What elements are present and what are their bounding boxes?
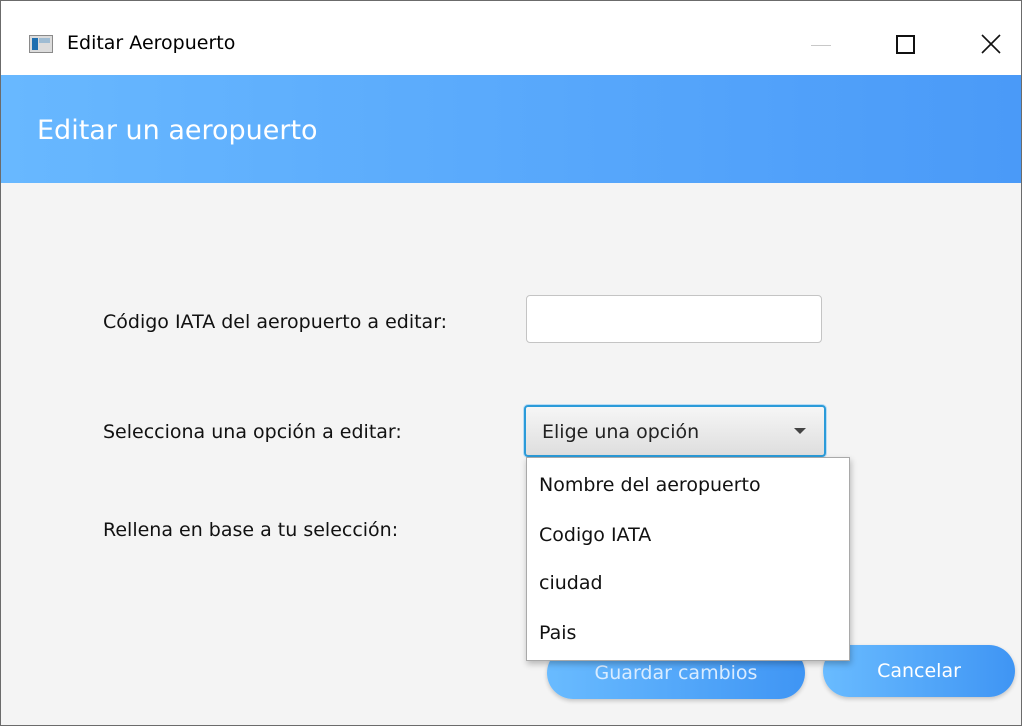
option-dropdown-list: Nombre del aeropuerto Codigo IATA ciudad… xyxy=(526,457,850,661)
minimize-button[interactable] xyxy=(791,21,851,67)
iata-label: Código IATA del aeropuerto a editar: xyxy=(103,311,448,333)
page-header: Editar un aeropuerto xyxy=(1,75,1021,183)
dropdown-option-iata-code[interactable]: Codigo IATA xyxy=(539,524,651,546)
page-title: Editar un aeropuerto xyxy=(37,115,318,146)
dialog-window: Editar Aeropuerto Editar un aeropuerto C… xyxy=(0,0,1022,726)
minimize-icon xyxy=(811,45,831,46)
maximize-button[interactable] xyxy=(875,21,935,67)
option-label: Selecciona una opción a editar: xyxy=(103,421,402,443)
window-title: Editar Aeropuerto xyxy=(67,32,236,54)
close-icon xyxy=(981,34,1001,54)
fill-label: Rellena en base a tu selección: xyxy=(103,519,399,541)
iata-input[interactable] xyxy=(526,295,822,343)
option-select[interactable]: Elige una opción xyxy=(524,405,826,457)
option-select-value: Elige una opción xyxy=(542,421,700,443)
maximize-icon xyxy=(895,34,915,54)
app-window-icon xyxy=(29,35,53,53)
cancel-button[interactable]: Cancelar xyxy=(823,645,1015,697)
dropdown-option-city[interactable]: ciudad xyxy=(539,572,603,594)
title-bar: Editar Aeropuerto xyxy=(1,1,1021,75)
chevron-down-icon xyxy=(794,428,806,434)
dropdown-option-airport-name[interactable]: Nombre del aeropuerto xyxy=(539,474,761,496)
dropdown-option-country[interactable]: Pais xyxy=(539,622,576,644)
close-button[interactable] xyxy=(961,21,1021,67)
